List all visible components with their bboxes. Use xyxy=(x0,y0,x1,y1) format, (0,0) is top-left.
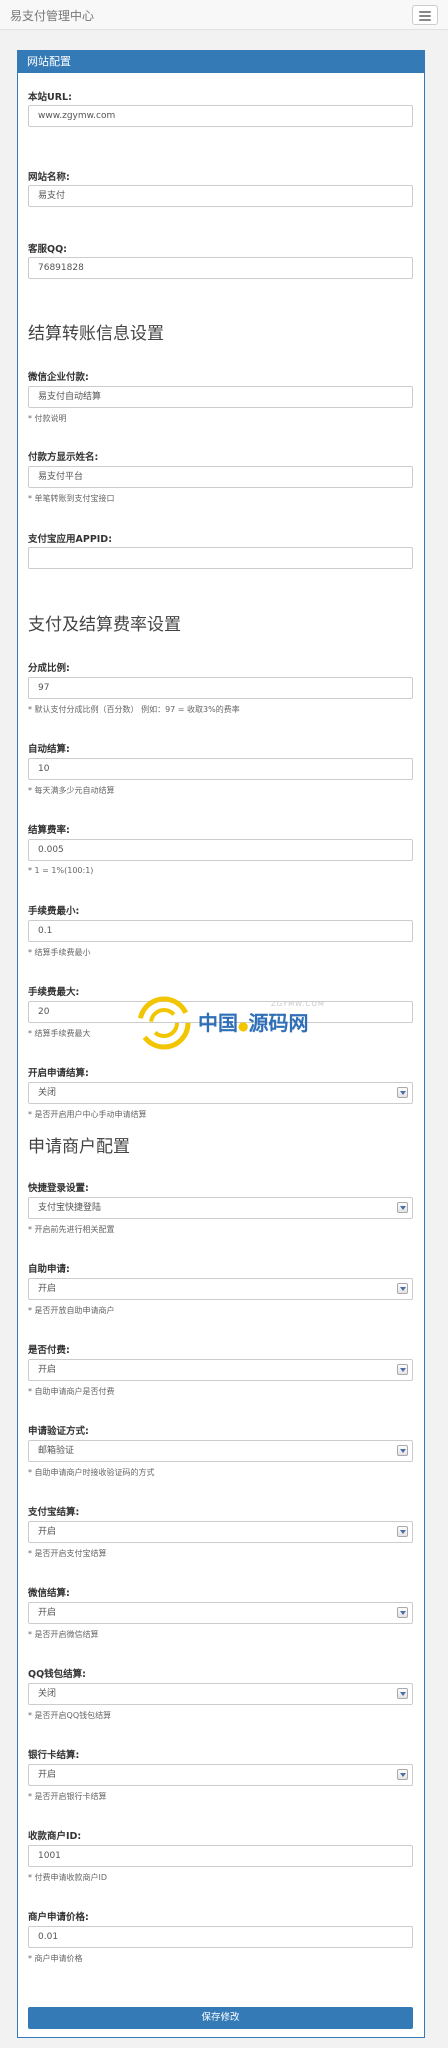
section-title-merchant: 申请商户配置 xyxy=(28,1137,130,1157)
auto-settle-input[interactable]: 10 xyxy=(28,758,413,780)
watermark-swirl-icon xyxy=(137,996,191,1050)
service-qq-input[interactable]: 76891828 xyxy=(28,257,413,279)
help-alipay-settle: * 是否开启支付宝结算 xyxy=(28,1549,107,1558)
label-apply-settle: 开启申请结算: xyxy=(28,1068,89,1079)
help-share-ratio: * 默认支付分成比例（百分数） 例如：97 = 收取3%的费率 xyxy=(28,705,240,714)
chevron-down-icon xyxy=(397,1364,408,1375)
help-fee-max: * 结算手续费最大 xyxy=(28,1029,91,1038)
qq-settle-select[interactable]: 关闭 xyxy=(28,1683,413,1705)
watermark-text: 中国●源码网 xyxy=(198,1007,308,1036)
label-self-apply: 自助申请: xyxy=(28,1264,70,1275)
watermark-cn-part2: 源码网 xyxy=(248,1011,309,1035)
label-verify-method: 申请验证方式: xyxy=(28,1426,89,1437)
apply-settle-value: 关闭 xyxy=(38,1088,57,1098)
settle-rate-input[interactable]: 0.005 xyxy=(28,839,413,861)
apply-price-input[interactable]: 0.01 xyxy=(28,1926,413,1948)
chevron-down-icon xyxy=(397,1087,408,1098)
alipay-settle-select[interactable]: 开启 xyxy=(28,1521,413,1543)
payer-name-input[interactable]: 易支付平台 xyxy=(28,466,413,488)
help-settle-rate: * 1 = 1%(100:1) xyxy=(28,866,94,875)
self-apply-select[interactable]: 开启 xyxy=(28,1278,413,1300)
wechat-settle-value: 开启 xyxy=(38,1608,57,1618)
quick-login-value: 支付宝快捷登陆 xyxy=(38,1203,102,1213)
hamburger-icon-bar xyxy=(419,19,431,21)
bank-settle-value: 开启 xyxy=(38,1770,57,1780)
label-alipay-appid: 支付宝应用APPID: xyxy=(28,534,112,545)
watermark-logo: 中国●源码网 ZGYMW.COM xyxy=(136,995,324,1055)
verify-method-select[interactable]: 邮箱验证 xyxy=(28,1440,413,1462)
help-wechat-payment: * 付款说明 xyxy=(28,414,67,423)
share-ratio-input[interactable]: 97 xyxy=(28,677,413,699)
chevron-down-icon xyxy=(397,1526,408,1537)
top-navbar: 易支付管理中心 xyxy=(0,0,448,30)
label-bank-settle: 银行卡结算: xyxy=(28,1750,80,1761)
help-verify-method: * 自助申请商户时接收验证码的方式 xyxy=(28,1468,155,1477)
label-share-ratio: 分成比例: xyxy=(28,663,70,674)
chevron-down-icon xyxy=(397,1688,408,1699)
help-merchant-id: * 付费申请收款商户ID xyxy=(28,1873,108,1882)
help-auto-settle: * 每天满多少元自动结算 xyxy=(28,786,115,795)
label-site-url: 本站URL: xyxy=(28,92,72,103)
label-merchant-id: 收款商户ID: xyxy=(28,1831,82,1842)
help-quick-login: * 开启前先进行相关配置 xyxy=(28,1225,115,1234)
alipay-appid-input[interactable] xyxy=(28,547,413,569)
panel-heading: 网站配置 xyxy=(18,51,424,73)
help-payer-name: * 单笔转账到支付宝接口 xyxy=(28,494,115,503)
hamburger-icon-bar xyxy=(419,15,431,17)
qq-settle-value: 关闭 xyxy=(38,1689,57,1699)
label-quick-login: 快捷登录设置: xyxy=(28,1183,89,1194)
apply-settle-select[interactable]: 关闭 xyxy=(28,1082,413,1104)
chevron-down-icon xyxy=(397,1769,408,1780)
chevron-down-icon xyxy=(397,1607,408,1618)
help-qq-settle: * 是否开启QQ钱包结算 xyxy=(28,1711,112,1720)
chevron-down-icon xyxy=(397,1202,408,1213)
menu-toggle-button[interactable] xyxy=(412,5,438,25)
section-title-rates: 支付及结算费率设置 xyxy=(28,615,181,635)
label-payer-name: 付款方显示姓名: xyxy=(28,452,99,463)
label-paid: 是否付费: xyxy=(28,1345,70,1356)
label-wechat-settle: 微信结算: xyxy=(28,1588,70,1599)
wechat-payment-input[interactable]: 易支付自动结算 xyxy=(28,386,413,408)
label-alipay-settle: 支付宝结算: xyxy=(28,1507,80,1518)
site-url-input[interactable]: www.zgymw.com xyxy=(28,105,413,127)
bank-settle-select[interactable]: 开启 xyxy=(28,1764,413,1786)
watermark-cn-part1: 中国 xyxy=(198,1011,238,1035)
site-name-input[interactable]: 易支付 xyxy=(28,185,413,207)
help-apply-price: * 商户申请价格 xyxy=(28,1954,83,1963)
alipay-settle-value: 开启 xyxy=(38,1527,57,1537)
wechat-settle-select[interactable]: 开启 xyxy=(28,1602,413,1624)
help-wechat-settle: * 是否开启微信结算 xyxy=(28,1630,99,1639)
chevron-down-icon xyxy=(397,1445,408,1456)
help-apply-settle: * 是否开启用户中心手动申请结算 xyxy=(28,1110,147,1119)
help-paid: * 自助申请商户是否付费 xyxy=(28,1387,115,1396)
watermark-en: ZGYMW.COM xyxy=(271,1000,325,1008)
help-fee-min: * 结算手续费最小 xyxy=(28,948,91,957)
label-wechat-payment: 微信企业付款: xyxy=(28,372,89,383)
help-self-apply: * 是否开放自助申请商户 xyxy=(28,1306,115,1315)
label-qq-settle: QQ钱包结算: xyxy=(28,1669,86,1680)
navbar-brand[interactable]: 易支付管理中心 xyxy=(10,7,94,24)
label-site-name: 网站名称: xyxy=(28,172,70,183)
label-fee-max: 手续费最大: xyxy=(28,987,80,998)
label-fee-min: 手续费最小: xyxy=(28,906,80,917)
merchant-id-input[interactable]: 1001 xyxy=(28,1845,413,1867)
label-apply-price: 商户申请价格: xyxy=(28,1912,89,1923)
fee-min-input[interactable]: 0.1 xyxy=(28,920,413,942)
self-apply-value: 开启 xyxy=(38,1284,57,1294)
help-bank-settle: * 是否开启银行卡结算 xyxy=(28,1792,107,1801)
section-title-transfer: 结算转账信息设置 xyxy=(28,324,164,344)
paid-select[interactable]: 开启 xyxy=(28,1359,413,1381)
paid-value: 开启 xyxy=(38,1365,57,1375)
verify-method-value: 邮箱验证 xyxy=(38,1446,75,1456)
watermark-dot: ● xyxy=(238,1019,249,1033)
quick-login-select[interactable]: 支付宝快捷登陆 xyxy=(28,1197,413,1219)
save-button[interactable]: 保存修改 xyxy=(28,2007,413,2029)
label-auto-settle: 自动结算: xyxy=(28,744,70,755)
label-service-qq: 客服QQ: xyxy=(28,244,67,255)
chevron-down-icon xyxy=(397,1283,408,1294)
label-settle-rate: 结算费率: xyxy=(28,825,70,836)
hamburger-icon xyxy=(419,11,431,13)
